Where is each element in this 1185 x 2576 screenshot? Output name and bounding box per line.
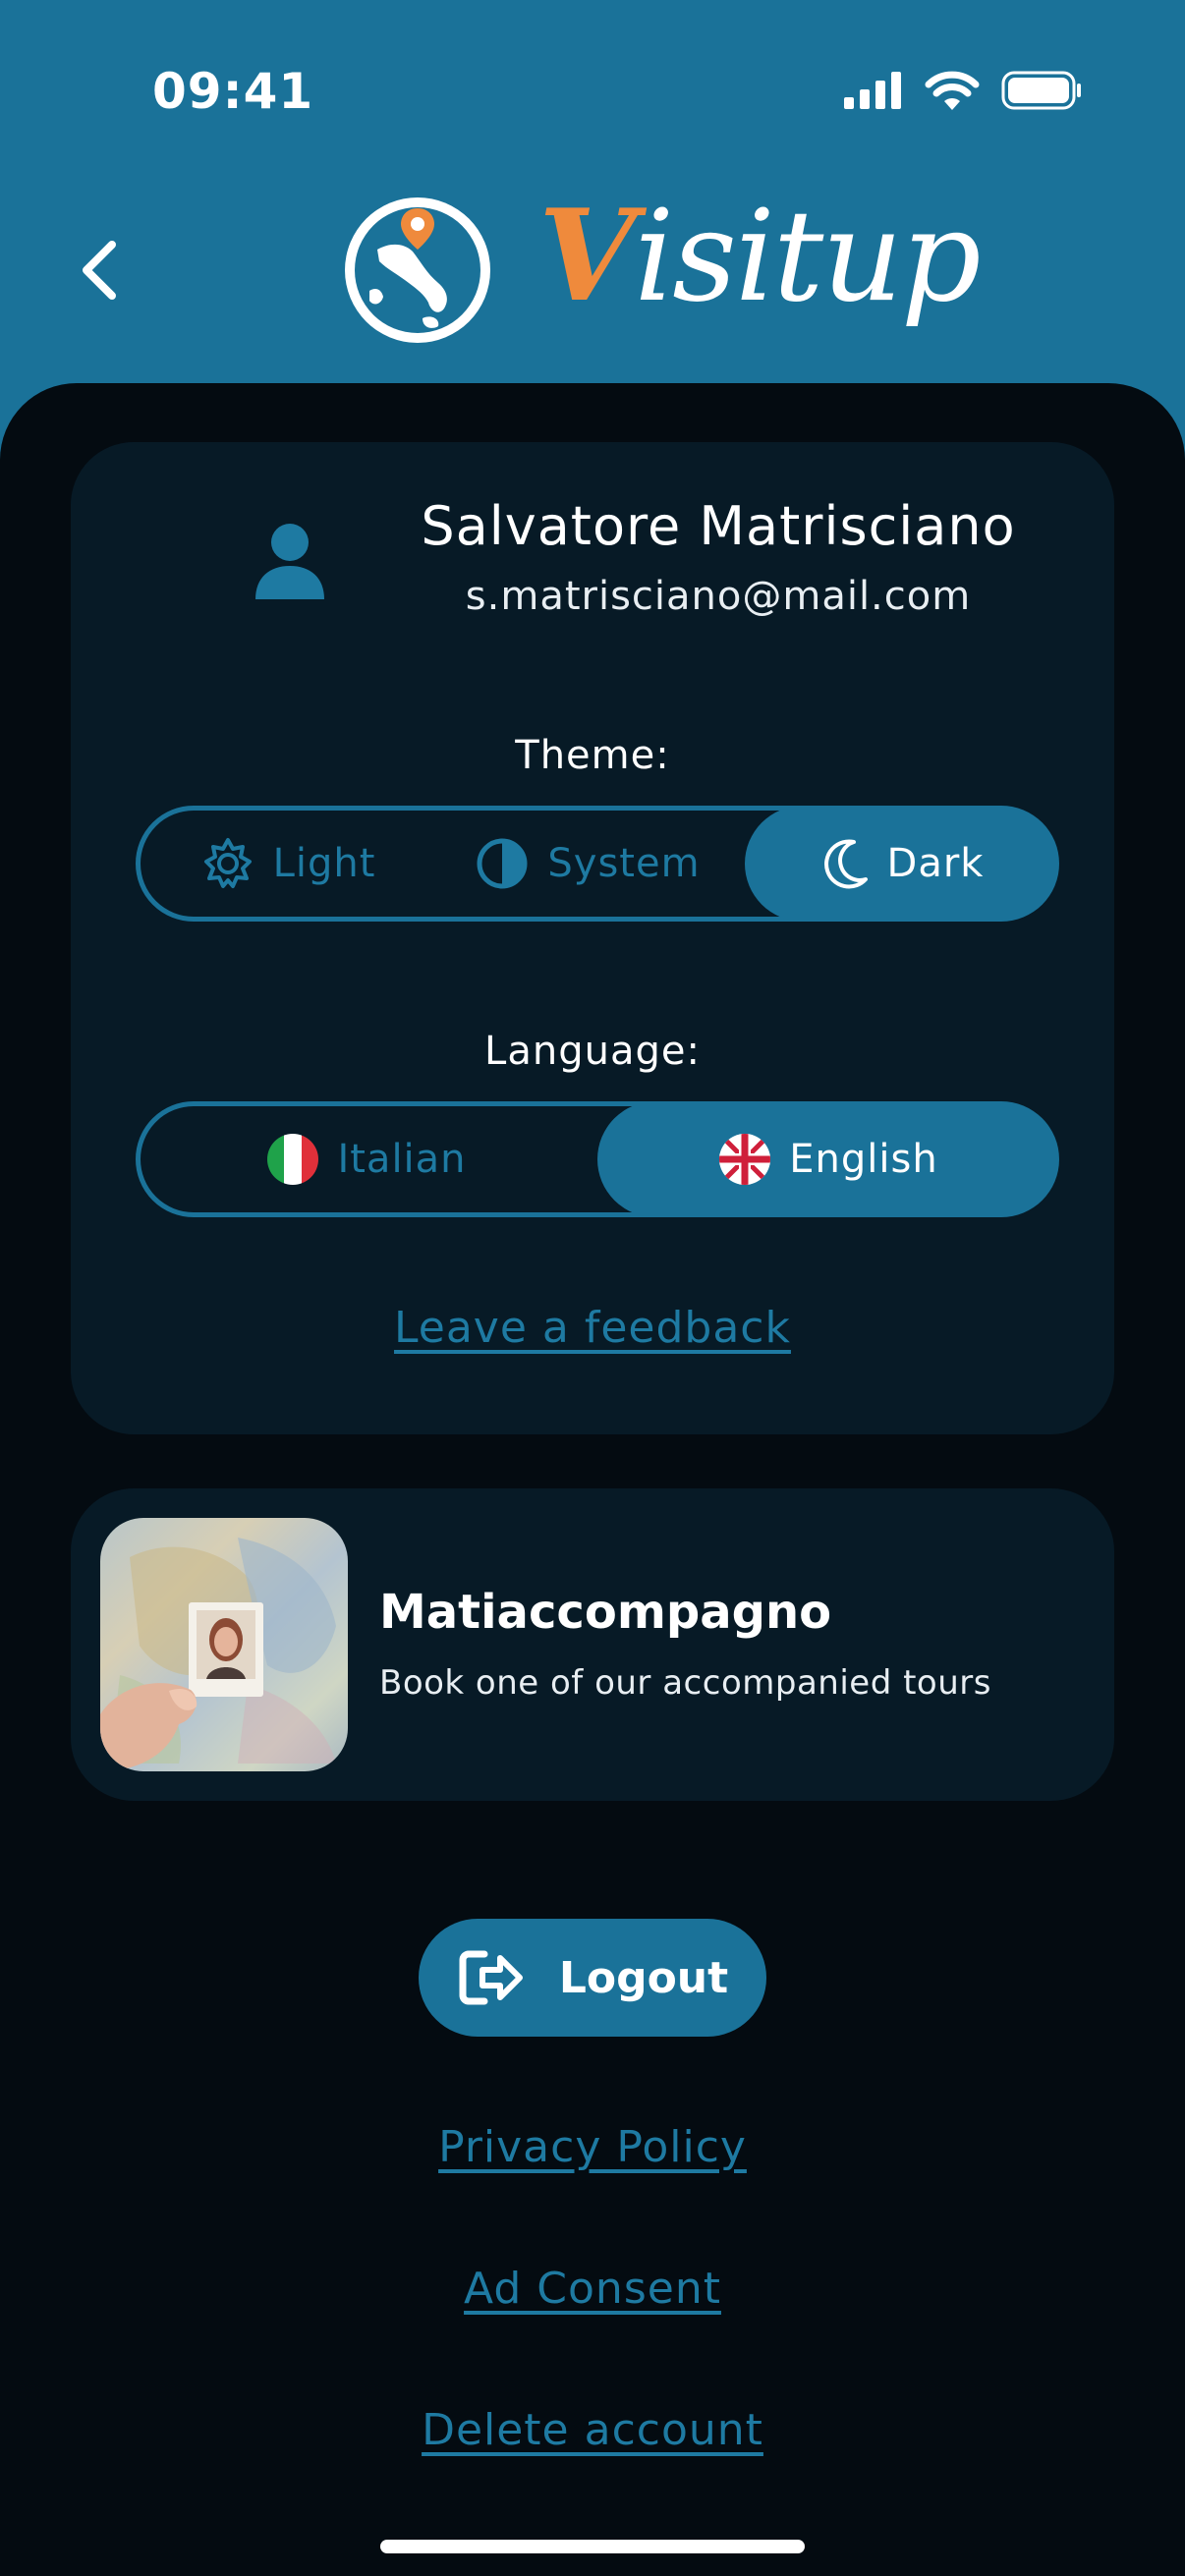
language-label: Language:: [484, 1029, 701, 1074]
promo-title: Matiaccompagno: [379, 1585, 832, 1640]
theme-selector: Light System Dark: [136, 806, 1059, 922]
user-email: s.matrisciano@mail.com: [465, 574, 972, 619]
map-photo-illustration: [100, 1538, 336, 1771]
language-selector: Italian English: [136, 1101, 1059, 1217]
sun-icon: [203, 838, 252, 888]
language-english-label: English: [789, 1137, 938, 1182]
theme-option-light[interactable]: Light: [141, 806, 435, 922]
language-italian-label: Italian: [337, 1137, 467, 1182]
brand-initial: V: [538, 183, 636, 330]
uk-flag-icon: [719, 1134, 771, 1185]
cellular-signal-icon: [844, 72, 901, 109]
logout-button[interactable]: Logout: [419, 1919, 766, 2037]
wifi-icon: [925, 71, 980, 110]
brand-rest: isitup: [634, 184, 981, 330]
privacy-policy-link[interactable]: Privacy Policy: [0, 2122, 1185, 2172]
logout-label: Logout: [558, 1952, 729, 2003]
logout-icon: [459, 1950, 523, 2005]
home-indicator: [380, 2540, 805, 2553]
brand-wordmark: Visitup: [538, 183, 982, 340]
moon-icon: [823, 839, 868, 889]
ad-consent-link[interactable]: Ad Consent: [0, 2264, 1185, 2314]
theme-option-system[interactable]: System: [435, 806, 740, 922]
language-option-italian[interactable]: Italian: [141, 1101, 592, 1217]
italy-globe-logo-icon: [345, 197, 490, 343]
chevron-left-icon: [83, 241, 116, 300]
status-time: 09:41: [152, 63, 314, 120]
user-name: Salvatore Matrisciano: [421, 495, 1016, 557]
theme-label: Theme:: [515, 733, 670, 778]
leave-feedback-link[interactable]: Leave a feedback: [71, 1303, 1114, 1353]
language-option-english[interactable]: English: [597, 1101, 1059, 1217]
battery-icon: [1001, 71, 1081, 110]
theme-dark-label: Dark: [886, 841, 985, 886]
promo-thumbnail: [100, 1518, 348, 1771]
profile-card: Salvatore Matrisciano s.matrisciano@mail…: [71, 442, 1114, 1434]
theme-light-label: Light: [272, 841, 376, 886]
promo-subtitle: Book one of our accompanied tours: [379, 1663, 991, 1703]
status-icons: [844, 71, 1082, 110]
theme-system-label: System: [547, 841, 701, 886]
tour-promo-card[interactable]: Matiaccompagno Book one of our accompani…: [71, 1488, 1114, 1801]
settings-screen: 09:41 Visitup Salvatore Matrisciano s.ma…: [0, 0, 1185, 2576]
italy-flag-icon: [267, 1134, 319, 1185]
half-circle-icon: [477, 838, 528, 889]
delete-account-link[interactable]: Delete account: [0, 2405, 1185, 2455]
theme-option-dark[interactable]: Dark: [745, 806, 1059, 922]
back-button[interactable]: [69, 231, 138, 309]
user-avatar-icon: [255, 524, 324, 599]
